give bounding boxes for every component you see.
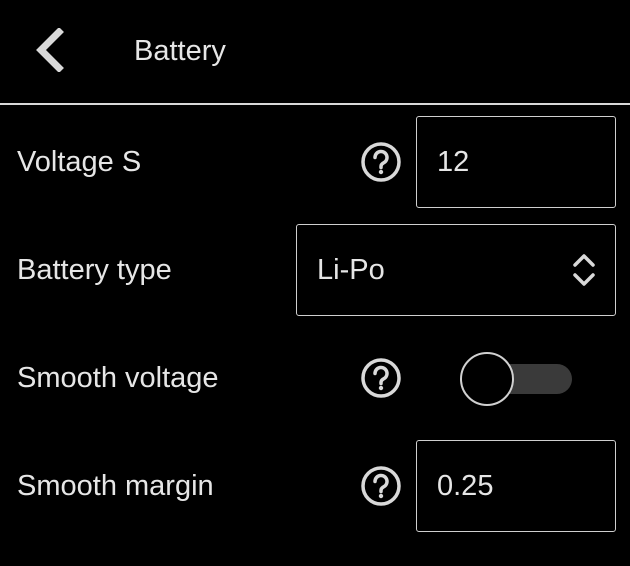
chevron-left-icon	[36, 28, 64, 72]
setting-row-voltage-s: Voltage S	[0, 108, 630, 216]
question-circle-icon	[361, 358, 401, 398]
battery-type-select[interactable]: Li-Po	[296, 224, 616, 316]
battery-type-value: Li-Po	[317, 254, 385, 286]
voltage-s-input-box	[416, 116, 616, 208]
voltage-s-help-button[interactable]	[360, 141, 402, 183]
question-circle-icon	[361, 142, 401, 182]
page-title: Battery	[134, 35, 226, 67]
smooth-margin-input-box	[416, 440, 616, 532]
smooth-margin-label: Smooth margin	[17, 470, 214, 502]
setting-row-smooth-margin: Smooth margin	[0, 432, 630, 540]
header-bar: Battery	[0, 0, 630, 105]
smooth-voltage-help-button[interactable]	[360, 357, 402, 399]
voltage-s-label: Voltage S	[17, 146, 142, 178]
smooth-voltage-label: Smooth voltage	[17, 362, 219, 394]
question-circle-icon	[361, 466, 401, 506]
smooth-margin-input[interactable]	[417, 441, 615, 531]
up-down-chevron-icon	[573, 254, 595, 286]
battery-type-label: Battery type	[17, 254, 172, 286]
setting-row-battery-type: Battery type Li-Po	[0, 216, 630, 324]
toggle-knob	[460, 352, 514, 406]
voltage-s-input[interactable]	[417, 117, 615, 207]
back-button[interactable]	[22, 22, 78, 78]
smooth-voltage-toggle[interactable]	[460, 352, 574, 406]
smooth-margin-help-button[interactable]	[360, 465, 402, 507]
